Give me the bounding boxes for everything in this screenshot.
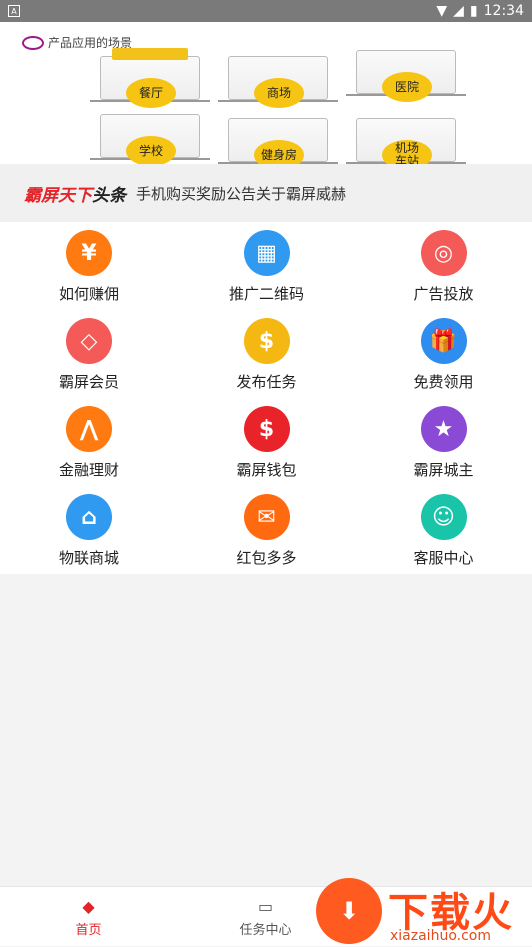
grid-item-label: 金融理财	[58, 461, 119, 479]
grid-item-headset[interactable]: ☺ 客服中心	[355, 486, 532, 574]
star-icon: ★	[420, 406, 467, 452]
grid-item-label: 霸屏钱包	[236, 461, 297, 479]
diamond-icon: ◇	[66, 318, 112, 364]
grid-item-diamond[interactable]: ◇ 霸屏会员	[0, 310, 178, 398]
grid-item-label: 推广二维码	[228, 285, 304, 303]
grid-item-label: 广告投放	[413, 285, 474, 303]
grid-item-label: 免费领用	[413, 373, 474, 391]
headline-brand: 霸屏天下头条	[24, 185, 126, 206]
book-icon: ▭	[257, 896, 274, 916]
headset-icon: ☺	[420, 494, 467, 540]
grid-item-mountain[interactable]: ⋀ 金融理财	[0, 398, 178, 486]
wifi-icon: ▼	[436, 3, 448, 19]
yen-hand-icon: ¥	[66, 230, 112, 276]
store-icon: ⌂	[66, 494, 112, 540]
piggy-bank-icon: $	[243, 406, 290, 452]
clock: 12:34	[483, 3, 524, 19]
grid-item-qrcode[interactable]: ▦ 推广二维码	[178, 222, 355, 310]
grid-item-yen-hand[interactable]: ¥ 如何赚佣	[0, 222, 178, 310]
grid-item-label: 霸屏城主	[413, 461, 474, 479]
grid-item-store[interactable]: ⌂ 物联商城	[0, 486, 178, 574]
coins-icon: $	[243, 318, 290, 364]
battery-icon: ▮	[469, 3, 478, 19]
mountain-icon: ⋀	[66, 406, 112, 452]
scene-gym: 健身房	[218, 114, 338, 164]
signal-icon: ◢	[453, 3, 464, 19]
watermark: ⬇ 下载火 xiazaihuo.com	[316, 876, 532, 946]
qrcode-icon: ▦	[243, 230, 290, 276]
status-bar: A ▼ ◢ ▮ 12:34	[0, 0, 532, 22]
scene-airport: 机场 车站	[346, 114, 466, 164]
news-ticker[interactable]: 霸屏天下头条 手机购买奖励公告关于霸屏威赫	[0, 164, 532, 222]
layers-icon: ◆	[82, 896, 95, 916]
grid-item-piggy-bank[interactable]: $ 霸屏钱包	[178, 398, 355, 486]
grid-item-coins[interactable]: $ 发布任务	[178, 310, 355, 398]
circle-icon	[22, 35, 44, 50]
grid-item-gift[interactable]: 🎁 免费领用	[355, 310, 532, 398]
grid-item-label: 霸屏会员	[58, 373, 119, 391]
scene-school: 学校	[90, 110, 210, 164]
feature-grid: ¥ 如何赚佣 ▦ 推广二维码 ◎ 广告投放 ◇ 霸屏会员 $ 发布任务 🎁 免费领用 ⋀ 金融理财 $ 霸屏钱…	[0, 222, 532, 574]
scene-mall: 商场	[218, 52, 338, 112]
headline-text[interactable]: 手机购买奖励公告关于霸屏威赫	[136, 183, 346, 204]
grid-item-label: 红包多多	[236, 549, 297, 567]
grid-item-star[interactable]: ★ 霸屏城主	[355, 398, 532, 486]
grid-item-red-envelope[interactable]: ✉ 红包多多	[178, 486, 355, 574]
gift-icon: 🎁	[420, 318, 467, 364]
red-envelope-icon: ✉	[243, 494, 290, 540]
flame-logo-icon: ⬇	[316, 878, 382, 944]
tab-home[interactable]: ◆ 首页	[0, 887, 177, 947]
notification-icon: A	[8, 5, 20, 17]
scenario-banner[interactable]: 产品应用的场景 餐厅 商场 医院 学校 健身房 机场 车站	[0, 22, 532, 164]
grid-item-label: 如何赚佣	[58, 285, 119, 303]
grid-item-target[interactable]: ◎ 广告投放	[355, 222, 532, 310]
grid-item-label: 发布任务	[236, 373, 297, 391]
target-icon: ◎	[420, 230, 467, 276]
scene-hospital: 医院	[346, 46, 466, 106]
grid-item-label: 客服中心	[413, 549, 474, 567]
scene-restaurant: 餐厅	[90, 48, 210, 112]
grid-item-label: 物联商城	[58, 549, 119, 567]
